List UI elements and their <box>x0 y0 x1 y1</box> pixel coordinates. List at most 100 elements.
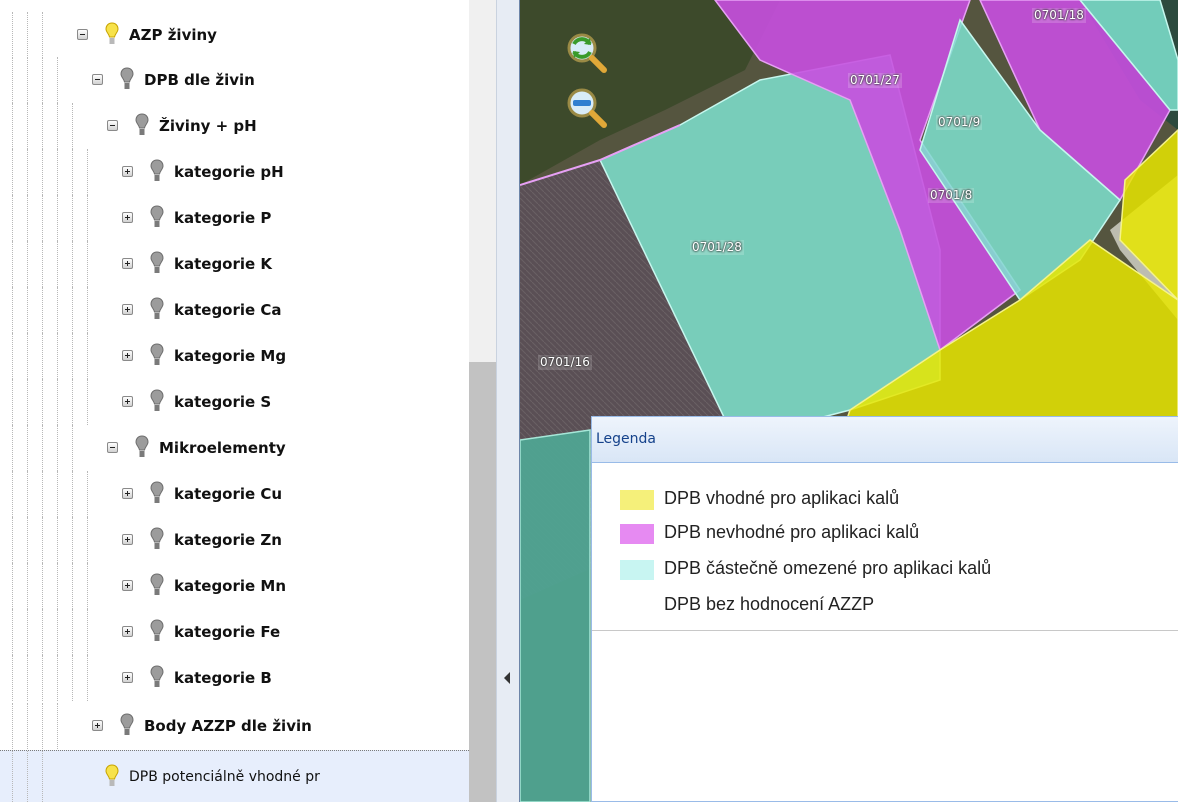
tree-guide-line <box>87 379 88 425</box>
tree-guide-line <box>27 287 28 333</box>
lightbulb-off-icon[interactable] <box>150 251 164 275</box>
expand-toggle-icon[interactable] <box>92 720 103 731</box>
tree-guide-line <box>57 703 58 749</box>
tree-row[interactable]: kategorie Fe <box>0 609 469 655</box>
tree-guide-line <box>27 751 28 802</box>
tree-row[interactable]: kategorie Cu <box>0 471 469 517</box>
tree-guide-line <box>12 563 13 609</box>
lightbulb-off-icon[interactable] <box>150 297 164 321</box>
tree-guide-line <box>72 103 73 149</box>
legend-item-label: DPB bez hodnocení AZZP <box>664 594 875 614</box>
tree-guide-line <box>72 609 73 655</box>
parcel-label: 0701/9 <box>936 115 983 130</box>
tree-row[interactable]: DPB potenciálně vhodné pr <box>0 750 469 802</box>
tree-item-label: kategorie Fe <box>174 623 281 641</box>
expand-toggle-icon[interactable] <box>122 304 133 315</box>
tree-guide-line <box>42 103 43 149</box>
tree-guide-line <box>57 287 58 333</box>
tree-guide-line <box>12 195 13 241</box>
lightbulb-off-icon[interactable] <box>150 619 164 643</box>
tree-guide-line <box>87 333 88 379</box>
tree-row[interactable]: DPB dle živin <box>0 57 469 103</box>
lightbulb-off-icon[interactable] <box>150 573 164 597</box>
tree-row[interactable]: kategorie B <box>0 655 469 701</box>
lightbulb-on-icon[interactable] <box>105 22 119 46</box>
legend-header[interactable]: Legenda <box>592 417 1178 463</box>
tree-guide-line <box>42 751 43 802</box>
zoom-in-icon[interactable] <box>564 30 610 76</box>
tree-guide-line <box>72 471 73 517</box>
tree-item-label: DPB dle živin <box>144 71 255 89</box>
tree-guide-line <box>12 471 13 517</box>
tree-guide-line <box>12 287 13 333</box>
tree-row[interactable]: kategorie K <box>0 241 469 287</box>
expand-toggle-icon[interactable] <box>122 396 133 407</box>
lightbulb-off-icon[interactable] <box>150 159 164 183</box>
tree-guide-line <box>72 195 73 241</box>
lightbulb-on-icon[interactable] <box>105 764 119 788</box>
tree-guide-line <box>12 517 13 563</box>
lightbulb-off-icon[interactable] <box>150 389 164 413</box>
lightbulb-off-icon[interactable] <box>135 113 149 137</box>
tree-row[interactable]: AZP živiny <box>0 12 469 58</box>
expand-toggle-icon[interactable] <box>122 672 133 683</box>
lightbulb-off-icon[interactable] <box>150 481 164 505</box>
lightbulb-off-icon[interactable] <box>135 435 149 459</box>
tree-row[interactable]: kategorie Ca <box>0 287 469 333</box>
collapse-left-arrow-icon[interactable] <box>504 672 510 684</box>
tree-guide-line <box>57 333 58 379</box>
legend-swatch <box>620 524 654 544</box>
parcel-label: 0701/27 <box>848 73 902 88</box>
tree-row[interactable]: kategorie P <box>0 195 469 241</box>
tree-row[interactable]: Živiny + pH <box>0 103 469 149</box>
layer-tree: AZP živiny DPB dle živin Živiny + pH katego… <box>0 0 496 802</box>
tree-row[interactable]: kategorie S <box>0 379 469 425</box>
lightbulb-off-icon[interactable] <box>120 67 134 91</box>
parcel-label: 0701/18 <box>1032 8 1086 23</box>
expand-toggle-icon[interactable] <box>122 626 133 637</box>
lightbulb-off-icon[interactable] <box>120 713 134 737</box>
tree-guide-line <box>72 149 73 195</box>
expand-toggle-icon[interactable] <box>122 534 133 545</box>
expand-toggle-icon[interactable] <box>122 258 133 269</box>
tree-guide-line <box>27 57 28 103</box>
tree-row[interactable]: kategorie Mg <box>0 333 469 379</box>
collapse-toggle-icon[interactable] <box>107 120 118 131</box>
tree-guide-line <box>27 241 28 287</box>
layer-tree-scroll-thumb[interactable] <box>469 362 496 802</box>
collapse-toggle-icon[interactable] <box>107 442 118 453</box>
tree-guide-line <box>57 103 58 149</box>
collapse-toggle-icon[interactable] <box>92 74 103 85</box>
lightbulb-off-icon[interactable] <box>150 665 164 689</box>
tree-guide-line <box>72 287 73 333</box>
tree-item-label: DPB potenciálně vhodné pr <box>129 769 320 785</box>
tree-guide-line <box>57 379 58 425</box>
expand-toggle-icon[interactable] <box>122 166 133 177</box>
tree-row[interactable]: kategorie Zn <box>0 517 469 563</box>
tree-guide-line <box>42 609 43 655</box>
expand-toggle-icon[interactable] <box>122 580 133 591</box>
lightbulb-off-icon[interactable] <box>150 527 164 551</box>
tree-guide-line <box>42 425 43 471</box>
tree-guide-line <box>72 379 73 425</box>
zoom-out-icon[interactable] <box>564 85 610 131</box>
tree-guide-line <box>42 379 43 425</box>
expand-toggle-icon[interactable] <box>122 212 133 223</box>
tree-row[interactable]: Mikroelementy <box>0 425 469 471</box>
parcel-label: 0701/16 <box>538 355 592 370</box>
tree-item-label: kategorie P <box>174 209 272 227</box>
layer-tree-scrollbar[interactable] <box>469 0 496 802</box>
tree-guide-line <box>72 517 73 563</box>
tree-guide-line <box>72 655 73 701</box>
lightbulb-off-icon[interactable] <box>150 205 164 229</box>
tree-row[interactable]: kategorie Mn <box>0 563 469 609</box>
expand-toggle-icon[interactable] <box>122 350 133 361</box>
tree-row[interactable]: Body AZZP dle živin <box>0 703 469 749</box>
panel-splitter[interactable] <box>496 0 520 802</box>
collapse-toggle-icon[interactable] <box>77 29 88 40</box>
expand-toggle-icon[interactable] <box>122 488 133 499</box>
tree-row[interactable]: kategorie pH <box>0 149 469 195</box>
tree-guide-line <box>12 103 13 149</box>
lightbulb-off-icon[interactable] <box>150 343 164 367</box>
tree-guide-line <box>27 195 28 241</box>
